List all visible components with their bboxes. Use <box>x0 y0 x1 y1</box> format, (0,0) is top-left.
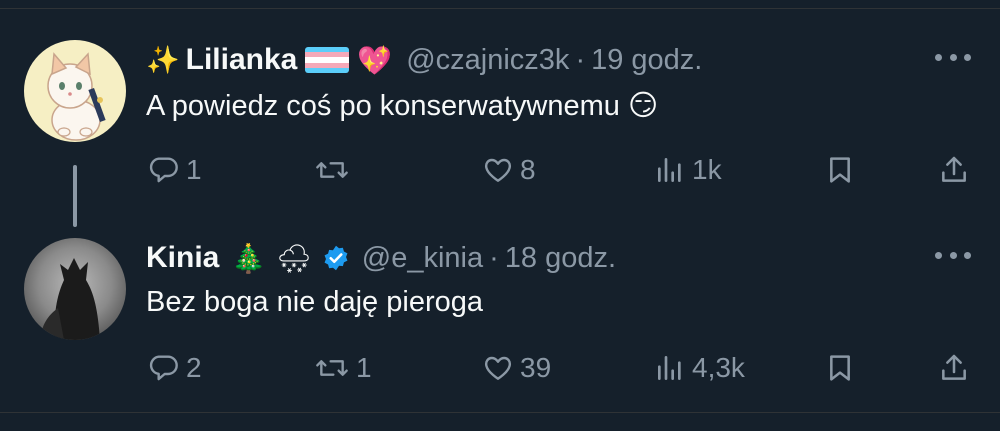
like-button[interactable]: 8 <box>482 150 536 190</box>
share-button[interactable] <box>938 150 970 190</box>
cloud-snow-icon: 🌨 <box>276 242 312 274</box>
reply-button[interactable]: 2 <box>148 348 202 388</box>
like-count: 39 <box>520 352 552 383</box>
bookmark-button[interactable] <box>824 348 856 388</box>
trans-flag-icon <box>305 47 350 73</box>
share-icon <box>942 156 966 182</box>
christmas-tree-icon: 🎄 <box>231 242 267 274</box>
share-icon <box>942 354 966 380</box>
display-name[interactable]: Lilianka <box>186 43 298 77</box>
like-count: 8 <box>520 154 536 185</box>
display-name[interactable]: Kinia <box>146 241 219 275</box>
cat-avatar-icon <box>24 40 126 142</box>
views-icon <box>658 356 681 380</box>
more-options-icon[interactable] <box>935 252 971 264</box>
verified-badge-icon <box>322 244 350 272</box>
avatar[interactable] <box>24 40 126 142</box>
action-bar: 1 8 1k <box>146 150 976 190</box>
tweet-text: Bez boga nie daję pieroga <box>146 286 483 318</box>
share-button[interactable] <box>938 348 970 388</box>
more-options-icon[interactable] <box>935 54 971 66</box>
bookmark-button[interactable] <box>824 150 856 190</box>
tweet-header: Kinia 🎄 🌨 @e_kinia · 18 godz. <box>146 238 616 278</box>
views-button[interactable]: 1k <box>654 150 722 190</box>
retweet-count: 1 <box>356 352 372 383</box>
user-handle[interactable]: @e_kinia <box>362 242 483 275</box>
view-count: 4,3k <box>692 352 745 383</box>
like-button[interactable]: 39 <box>482 348 551 388</box>
views-icon <box>658 158 681 182</box>
reply-icon <box>149 355 178 381</box>
timestamp[interactable]: 19 godz. <box>591 44 702 77</box>
timestamp[interactable]: 18 godz. <box>505 242 616 275</box>
heart-icon <box>484 158 512 182</box>
bottom-divider <box>0 412 1000 413</box>
tweet-header: ✨ Lilianka 💖 @czajnicz3k · 19 godz. <box>146 40 702 80</box>
bookmark-icon <box>830 355 850 381</box>
top-divider <box>0 8 1000 9</box>
sparkling-heart-icon: 💖 <box>357 44 393 76</box>
heart-icon <box>484 356 512 380</box>
bookmark-icon <box>830 157 850 183</box>
dark-silhouette-avatar-icon <box>24 238 126 340</box>
reply-count: 1 <box>186 154 202 185</box>
views-button[interactable]: 4,3k <box>654 348 745 388</box>
reply-button[interactable]: 1 <box>148 150 202 190</box>
retweet-button[interactable]: 1 <box>314 348 372 388</box>
separator: · <box>575 43 586 76</box>
view-count: 1k <box>692 154 722 185</box>
sparkles-icon: ✨ <box>146 45 180 75</box>
tweet-text: A powiedz coś po konserwatywnemu 😏 <box>146 90 659 122</box>
retweet-icon <box>316 360 348 376</box>
reply-count: 2 <box>186 352 202 383</box>
action-bar: 2 1 39 4,3k <box>146 348 976 388</box>
separator: · <box>489 241 499 274</box>
avatar[interactable] <box>24 238 126 340</box>
retweet-icon <box>316 162 348 178</box>
thread-connector <box>73 165 77 227</box>
user-handle[interactable]: @czajnicz3k <box>406 44 569 77</box>
retweet-button[interactable] <box>314 150 356 190</box>
reply-icon <box>149 157 178 183</box>
